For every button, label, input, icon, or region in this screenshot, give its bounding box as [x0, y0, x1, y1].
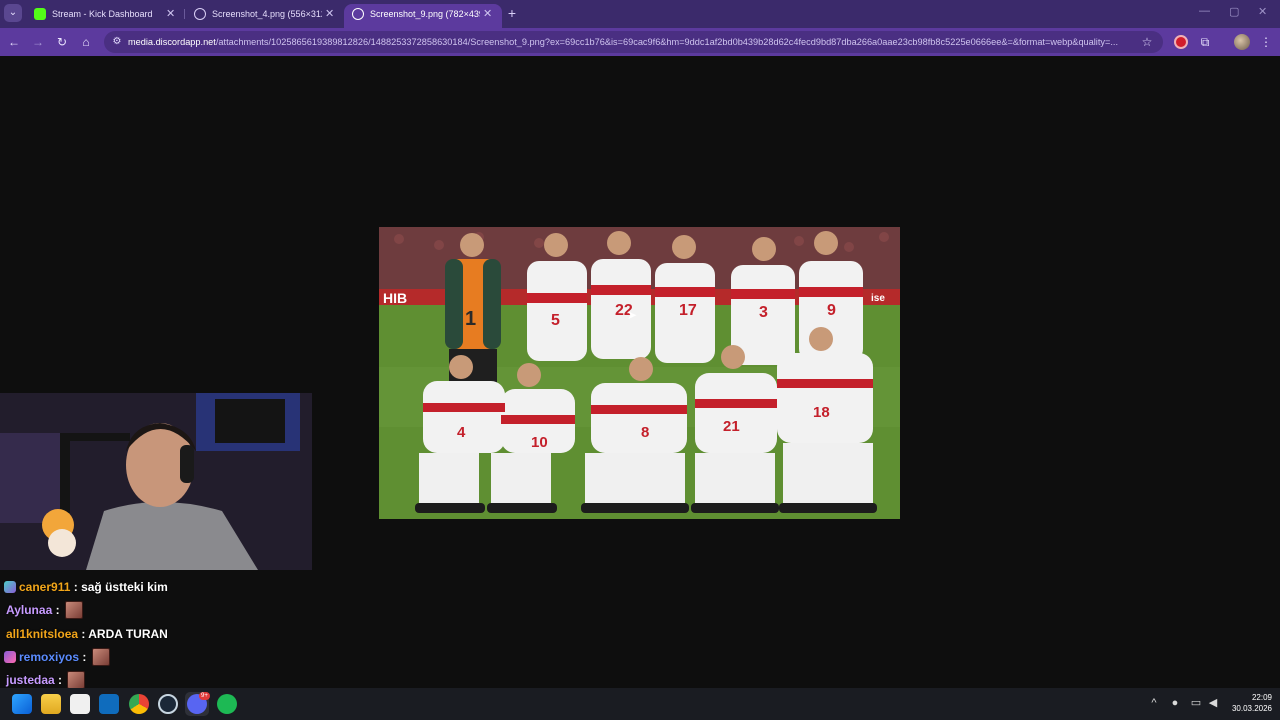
chat-separator: : [54, 673, 66, 687]
home-icon[interactable]: ⌂ [77, 33, 95, 51]
site-settings-icon[interactable]: ⚙ [110, 35, 124, 49]
microphone-icon[interactable]: ● [1168, 696, 1182, 710]
address-bar[interactable]: ⚙ media.discordapp.net/attachments/10258… [104, 31, 1163, 53]
svg-text:3: 3 [759, 304, 768, 321]
url-text[interactable]: media.discordapp.net/attachments/1025865… [128, 31, 1132, 53]
svg-text:9: 9 [827, 302, 836, 319]
chat-username[interactable]: all1knitsloea [6, 627, 78, 641]
url-path: /attachments/1025865619389812826/1488253… [215, 37, 1119, 47]
minimize-icon[interactable]: — [1199, 5, 1210, 17]
svg-text:17: 17 [679, 302, 697, 319]
chevron-up-icon[interactable]: ^ [1147, 696, 1161, 710]
globe-icon [352, 8, 364, 20]
svg-text:10: 10 [531, 434, 548, 451]
notification-badge: 9+ [199, 692, 210, 700]
sub-badge-icon [4, 651, 16, 663]
browser-toolbar: ← → ↻ ⌂ ⚙ media.discordapp.net/attachmen… [0, 28, 1280, 56]
chat-separator: : [79, 650, 90, 664]
svg-text:18: 18 [813, 404, 830, 421]
svg-text:8: 8 [641, 424, 649, 441]
chat-message: caner911 : sağ üstteki kim [4, 576, 168, 598]
svg-text:21: 21 [723, 418, 740, 435]
webcam-illustration [0, 393, 312, 570]
tab-screenshot-9[interactable]: Screenshot_9.png (782×439) ✕ [344, 4, 502, 28]
tab-title: Stream - Kick Dashboard [52, 9, 153, 19]
windows-start-icon[interactable] [12, 694, 32, 714]
tab-bar: ⌄ Stream - Kick Dashboard ✕ Screenshot_4… [0, 0, 1280, 28]
extension-icon[interactable] [1174, 35, 1188, 49]
chevron-down-icon: ⌄ [8, 7, 18, 18]
clock-date: 30.03.2026 [1231, 704, 1272, 713]
volume-icon[interactable]: ◀ [1206, 696, 1220, 710]
tab-title: Screenshot_9.png (782×439) [370, 9, 480, 19]
svg-text:4: 4 [457, 424, 466, 441]
chat-text: sağ üstteki kim [81, 580, 168, 594]
svg-text:HIB: HIB [383, 290, 407, 306]
reload-icon[interactable]: ↻ [53, 33, 71, 51]
chat-separator: : [78, 627, 89, 641]
close-window-icon[interactable]: ✕ [1258, 5, 1267, 18]
chat-username[interactable]: remoxiyos [19, 650, 79, 664]
chat-username[interactable]: Aylunaa [6, 603, 52, 617]
chat-overlay: caner911 : sağ üstteki kim Aylunaa : all… [0, 573, 312, 689]
tab-search-button[interactable]: ⌄ [4, 4, 22, 22]
windows-taskbar: 9+ ^ ● ▭ ◀ 22:09 30.03.2026 [0, 688, 1280, 720]
chrome-icon[interactable] [129, 694, 149, 714]
back-arrow-icon[interactable]: ← [5, 33, 23, 51]
steam-icon[interactable] [158, 694, 178, 714]
chat-separator: : [70, 580, 82, 594]
microsoft-store-icon[interactable] [70, 694, 90, 714]
close-icon[interactable]: ✕ [325, 4, 334, 24]
url-domain: media.discordapp.net [128, 37, 216, 47]
chat-separator: : [52, 603, 63, 617]
clock-time: 22:09 [1251, 693, 1272, 702]
globe-icon [194, 8, 206, 20]
extensions-puzzle-icon[interactable]: ⧉ [1196, 33, 1214, 51]
svg-text:ise: ise [871, 293, 885, 304]
system-clock[interactable]: 22:09 30.03.2026 [1222, 692, 1272, 714]
tab-separator [184, 9, 185, 19]
display-icon[interactable]: ▭ [1189, 696, 1203, 710]
new-tab-button[interactable]: + [503, 4, 521, 22]
plus-icon: + [507, 5, 517, 21]
streamer-webcam [0, 393, 312, 570]
tab-title: Screenshot_4.png (556×312) [212, 9, 322, 19]
close-icon[interactable]: ✕ [166, 4, 175, 24]
chat-username[interactable]: caner911 [19, 580, 70, 594]
forward-arrow-icon[interactable]: → [29, 33, 47, 51]
tab-kick-dashboard[interactable]: Stream - Kick Dashboard ✕ [26, 4, 184, 28]
chat-message: remoxiyos : [4, 646, 110, 668]
profile-avatar[interactable] [1234, 34, 1250, 50]
svg-text:1: 1 [465, 308, 476, 330]
emote-image [91, 648, 110, 666]
file-explorer-icon[interactable] [41, 694, 61, 714]
team-photo: HIB ise 1 5 22 17 3 9 4 10 8 21 18 [379, 227, 900, 519]
tab-screenshot-4[interactable]: Screenshot_4.png (556×312) ✕ [186, 4, 342, 28]
bookmark-star-icon[interactable]: ☆ [1139, 34, 1155, 50]
chat-message: all1knitsloea : ARDA TURAN [4, 623, 168, 645]
menu-kebab-icon[interactable]: ⋮ [1257, 33, 1275, 51]
outlook-icon[interactable] [99, 694, 119, 714]
emote-image [67, 671, 86, 689]
mouse-cursor-icon: ➤ [627, 308, 638, 322]
gift-badge-icon [4, 581, 16, 593]
chat-username[interactable]: justedaa [6, 673, 55, 687]
chat-message: Aylunaa : [4, 599, 83, 621]
team-photo-illustration: HIB ise 1 522 17 3 9 4108 2118 [379, 227, 900, 519]
kick-logo-icon [34, 8, 46, 20]
maximize-icon[interactable]: ▢ [1229, 5, 1239, 18]
svg-text:5: 5 [551, 312, 560, 329]
emote-image [64, 601, 83, 619]
spotify-icon[interactable] [217, 694, 237, 714]
chat-text: ARDA TURAN [88, 627, 168, 641]
close-icon[interactable]: ✕ [483, 4, 492, 24]
